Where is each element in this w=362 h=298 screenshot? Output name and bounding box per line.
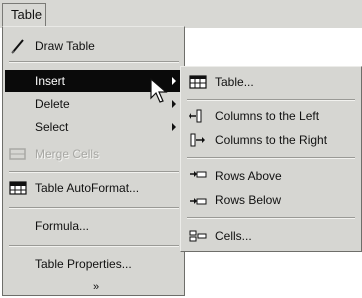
insert-table-icon xyxy=(189,75,207,89)
columns-right-icon xyxy=(190,133,205,147)
menu-item-draw-table[interactable]: Draw Table xyxy=(5,35,182,57)
table-menu-title[interactable]: Table xyxy=(2,3,46,26)
menu-separator xyxy=(9,61,179,63)
menu-item-label: Delete xyxy=(35,97,70,111)
submenu-separator xyxy=(187,99,355,101)
menu-item-label: Table Properties... xyxy=(35,257,132,271)
expand-menu-chevron-icon[interactable]: » xyxy=(89,281,103,293)
submenu-item-rows-above[interactable]: Rows Above xyxy=(183,165,359,187)
mouse-pointer-icon xyxy=(150,78,168,103)
menu-item-label: Formula... xyxy=(35,219,90,233)
menu-item-label: Draw Table xyxy=(35,39,95,53)
submenu-item-columns-right[interactable]: Columns to the Right xyxy=(183,129,359,151)
menu-item-select[interactable]: Select xyxy=(5,116,182,138)
submenu-item-label: Rows Above xyxy=(215,169,282,183)
menu-bar: Table xyxy=(0,0,362,28)
menu-item-label: Select xyxy=(35,120,69,134)
table-menu: Draw Table Insert Delete Select Merge Ce… xyxy=(2,26,185,296)
submenu-item-table[interactable]: Table... xyxy=(183,71,359,93)
submenu-item-label: Table... xyxy=(215,75,254,89)
merge-cells-icon xyxy=(9,148,26,160)
menu-item-label: Table AutoFormat... xyxy=(35,181,140,195)
table-autoformat-icon xyxy=(9,181,27,195)
menu-separator xyxy=(9,171,179,173)
submenu-separator xyxy=(187,217,355,219)
menu-item-merge-cells: Merge Cells xyxy=(5,143,182,165)
submenu-separator xyxy=(187,157,355,159)
submenu-arrow-icon xyxy=(172,77,176,85)
submenu-item-label: Cells... xyxy=(215,229,252,243)
submenu-item-cells[interactable]: Cells... xyxy=(183,225,359,247)
menu-separator xyxy=(9,207,179,209)
table-menu-title-label: Table xyxy=(11,7,43,22)
menu-separator xyxy=(9,245,179,247)
menu-item-label: Merge Cells xyxy=(35,147,100,161)
submenu-arrow-icon xyxy=(172,100,176,108)
insert-cells-icon xyxy=(189,230,207,242)
submenu-arrow-icon xyxy=(172,123,176,131)
menu-item-table-properties[interactable]: Table Properties... xyxy=(5,253,182,275)
submenu-item-columns-left[interactable]: Columns to the Left xyxy=(183,105,359,127)
submenu-item-label: Columns to the Left xyxy=(215,109,320,123)
rows-above-icon xyxy=(190,171,207,178)
menu-item-table-autoformat[interactable]: Table AutoFormat... xyxy=(5,177,182,199)
menu-item-formula[interactable]: Formula... xyxy=(5,215,182,237)
insert-submenu: Table... Columns to the Left Columns to … xyxy=(180,66,362,252)
rows-below-icon xyxy=(190,198,207,205)
submenu-item-label: Rows Below xyxy=(215,193,282,207)
submenu-item-label: Columns to the Right xyxy=(215,133,328,147)
submenu-item-rows-below[interactable]: Rows Below xyxy=(183,189,359,211)
pencil-icon xyxy=(11,39,24,54)
columns-left-icon xyxy=(189,109,202,123)
menu-item-label: Insert xyxy=(35,74,66,88)
